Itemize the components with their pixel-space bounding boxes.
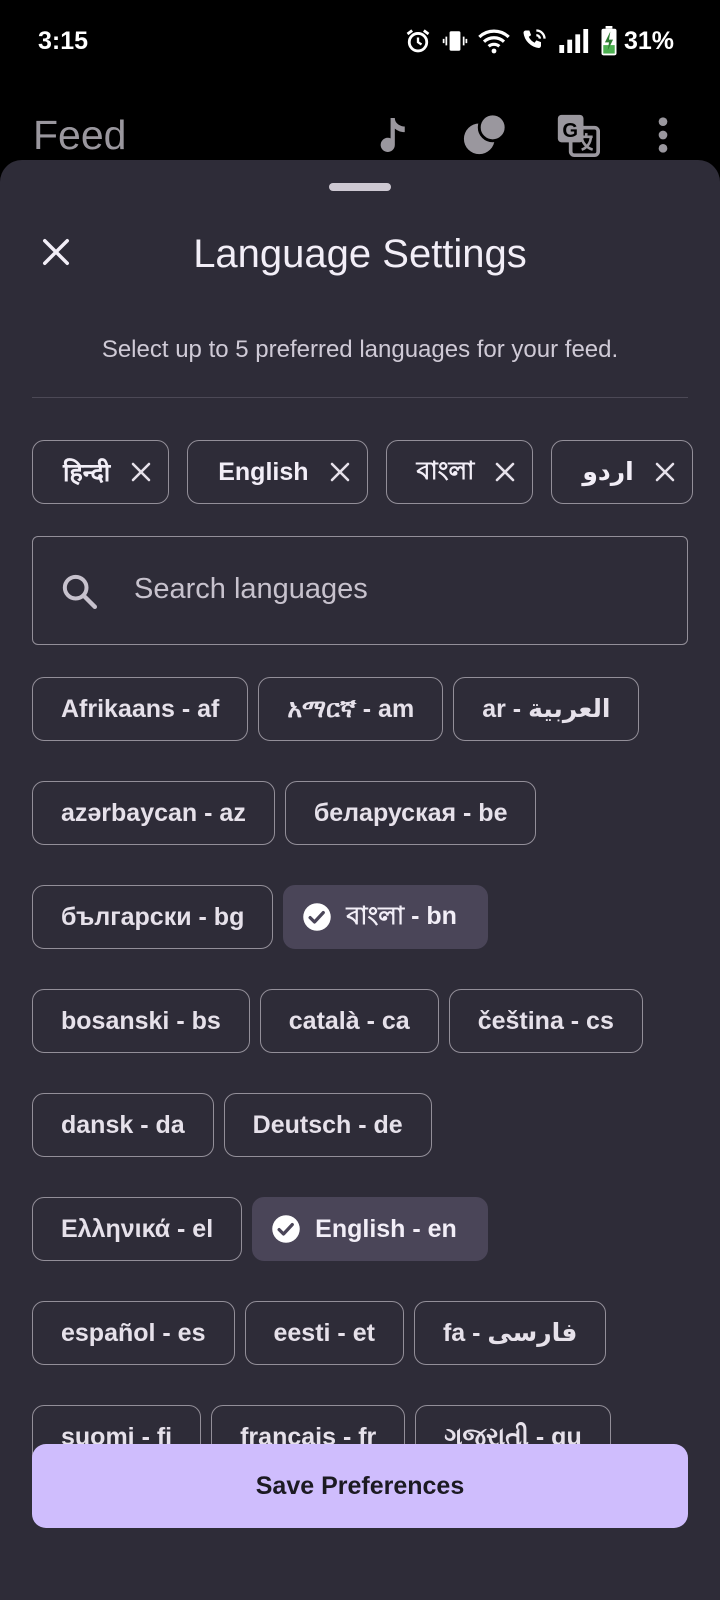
selected-language-chip[interactable]: हिन्दी <box>32 440 170 504</box>
search-input[interactable]: Search languages <box>32 536 688 645</box>
alarm-icon <box>406 29 430 53</box>
language-row: Afrikaans - af አማርኛ - am ar - العربية <box>32 677 688 741</box>
screen: 3:15 31% Feed G Language Settings Select… <box>0 0 720 1600</box>
language-chip-label: azərbaycan - az <box>61 798 246 827</box>
battery-percent: 31% <box>623 26 674 55</box>
language-chip[interactable]: беларуская - be <box>284 781 537 845</box>
language-chip-label: Deutsch - de <box>252 1110 403 1139</box>
language-chip-label: español - es <box>61 1318 206 1347</box>
language-chip-label: ar - العربية <box>482 695 611 723</box>
drag-handle[interactable] <box>329 183 391 191</box>
signal-icon <box>559 29 589 53</box>
language-row: bosanski - bs català - ca čeština - cs <box>32 989 688 1053</box>
language-chip[interactable]: bosanski - bs <box>32 989 250 1053</box>
remove-chip-icon[interactable] <box>128 459 154 485</box>
language-chip[interactable]: español - es <box>32 1301 235 1365</box>
more-options-icon[interactable] <box>640 112 686 158</box>
language-row: azərbaycan - az беларуская - be <box>32 781 688 845</box>
check-circle-icon <box>271 1214 301 1244</box>
language-chip[interactable]: বাংলা - bn <box>283 885 488 949</box>
language-chip-label: fa - فارسی <box>442 1319 578 1347</box>
language-chip-label: български - bg <box>61 902 245 931</box>
sheet-subtitle: Select up to 5 preferred languages for y… <box>101 336 619 363</box>
sheet-title: Language Settings <box>193 232 527 276</box>
language-chip-label: Ελληνικά - el <box>61 1214 214 1243</box>
remove-chip-icon[interactable] <box>492 459 518 485</box>
search-placeholder: Search languages <box>134 573 368 605</box>
remove-chip-icon[interactable] <box>327 459 353 485</box>
wifi-icon <box>478 29 510 54</box>
app-title: Feed <box>33 112 127 158</box>
language-chip[interactable]: Afrikaans - af <box>32 677 249 741</box>
language-chip[interactable]: አማርኛ - am <box>258 677 444 741</box>
language-chip-label: English - en <box>315 1214 457 1243</box>
language-row: dansk - da Deutsch - de <box>32 1093 688 1157</box>
selected-language-label: বাংলা <box>416 456 475 485</box>
language-chip[interactable]: ar - العربية <box>453 677 640 741</box>
language-row: български - bg বাংলা - bn <box>32 885 688 949</box>
language-row: español - es eesti - et fa - فارسی <box>32 1301 688 1365</box>
remove-chip-icon[interactable] <box>652 459 678 485</box>
selected-language-chip[interactable]: বাংলা <box>385 440 534 504</box>
selected-languages-row[interactable]: हिन्दी English বাংলা اردو <box>32 440 693 504</box>
language-chip[interactable]: català - ca <box>259 989 439 1053</box>
language-chip-label: беларуская - be <box>313 798 508 827</box>
search-icon <box>62 574 98 609</box>
selected-language-label: اردو <box>582 458 634 486</box>
language-chip-label: አማርኛ - am <box>287 694 415 723</box>
language-settings-sheet: Language Settings Select up to 5 preferr… <box>0 160 720 1600</box>
divider <box>32 397 688 398</box>
language-chip[interactable]: Deutsch - de <box>223 1093 432 1157</box>
language-chip-label: eesti - et <box>273 1318 375 1347</box>
language-chip[interactable]: български - bg <box>32 885 274 949</box>
language-chip[interactable]: English - en <box>252 1197 488 1261</box>
language-chip-label: čeština - cs <box>477 1006 614 1035</box>
status-icons: 31% <box>404 24 674 58</box>
language-row: Ελληνικά - el English - en <box>32 1197 688 1261</box>
language-chip[interactable]: azərbaycan - az <box>32 781 275 845</box>
language-chip-label: Afrikaans - af <box>61 694 220 723</box>
vibrate-icon <box>442 31 468 51</box>
selected-language-chip[interactable]: اردو <box>551 440 693 504</box>
selected-language-label: हिन्दी <box>63 459 111 487</box>
save-preferences-button[interactable]: Save Preferences <box>32 1444 688 1528</box>
battery-charging-icon <box>601 26 617 56</box>
status-bar: 3:15 31% <box>0 0 720 84</box>
translate-icon[interactable]: G <box>555 112 601 158</box>
language-chip[interactable]: fa - فارسی <box>413 1301 607 1365</box>
language-options-list[interactable]: Afrikaans - af አማርኛ - am ar - العربية azərb… <box>32 677 688 1577</box>
selected-language-label: English <box>218 457 309 486</box>
language-chip[interactable]: eesti - et <box>244 1301 404 1365</box>
language-chip-label: bosanski - bs <box>61 1006 221 1035</box>
theme-toggle-icon[interactable] <box>462 112 508 158</box>
status-time: 3:15 <box>38 27 89 55</box>
check-circle-icon <box>302 902 332 932</box>
language-chip-label: català - ca <box>288 1006 410 1035</box>
language-chip-label: বাংলা - bn <box>346 901 457 930</box>
svg-text:G: G <box>562 120 578 142</box>
language-chip[interactable]: dansk - da <box>32 1093 214 1157</box>
music-icon[interactable] <box>369 112 415 158</box>
selected-language-chip[interactable]: English <box>187 440 368 504</box>
language-chip-label: dansk - da <box>61 1110 185 1139</box>
language-chip[interactable]: čeština - cs <box>448 989 643 1053</box>
language-chip[interactable]: Ελληνικά - el <box>32 1197 243 1261</box>
wifi-calling-icon <box>523 29 546 48</box>
